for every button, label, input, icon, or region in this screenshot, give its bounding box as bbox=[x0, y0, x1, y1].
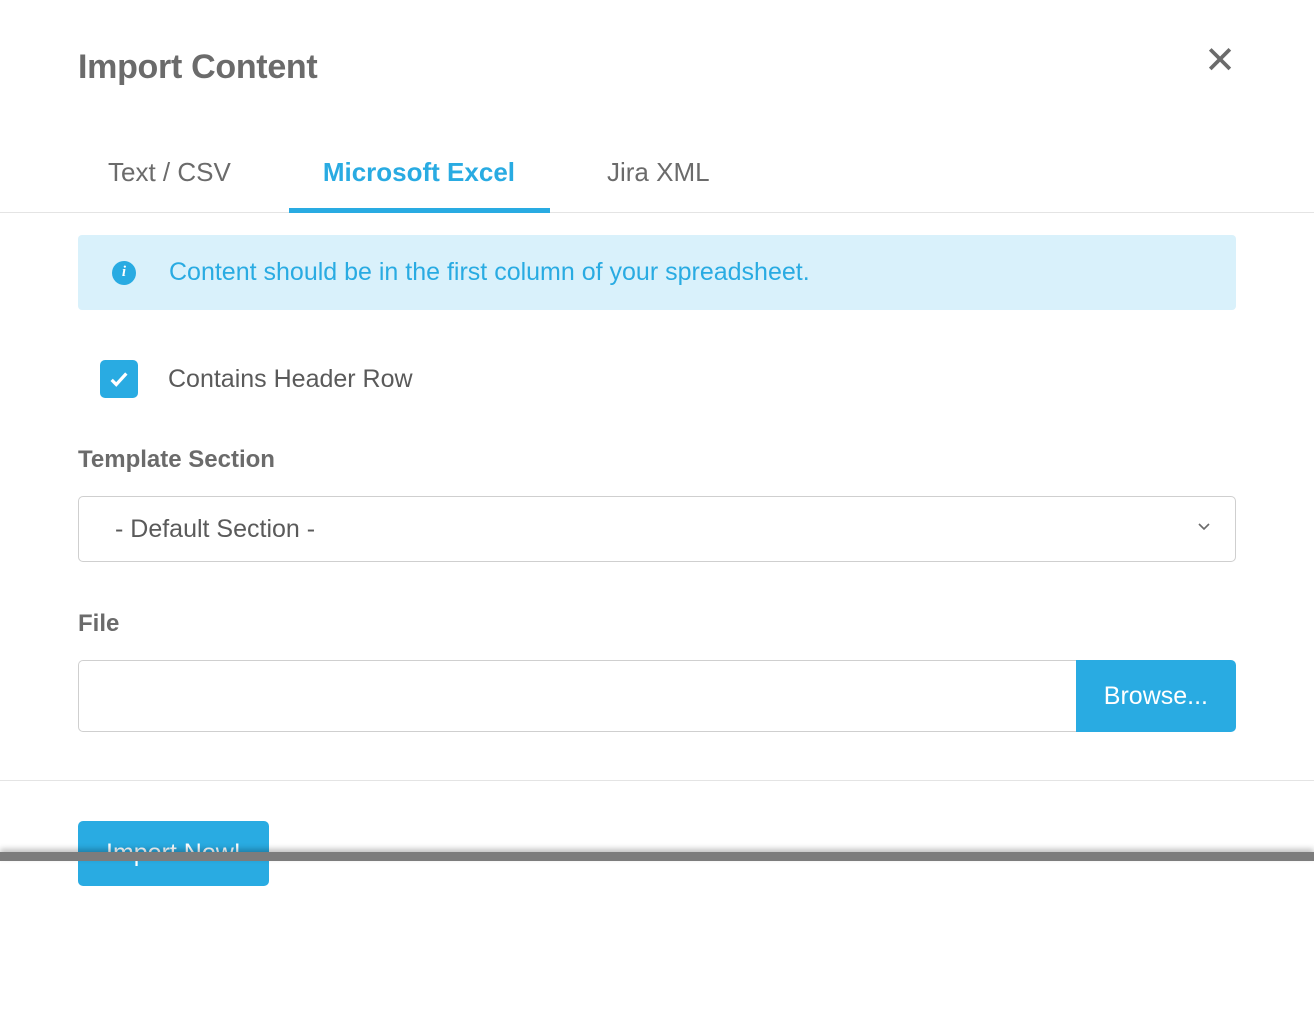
info-banner-text: Content should be in the first column of… bbox=[169, 258, 810, 287]
header-row-checkbox-row: Contains Header Row bbox=[78, 360, 1236, 398]
check-icon bbox=[108, 368, 130, 390]
template-section-selected-value: - Default Section - bbox=[115, 515, 315, 544]
header-row-checkbox-label: Contains Header Row bbox=[168, 365, 413, 394]
tab-text-csv[interactable]: Text / CSV bbox=[108, 157, 263, 212]
template-section-select[interactable]: - Default Section - bbox=[78, 496, 1236, 562]
tab-microsoft-excel[interactable]: Microsoft Excel bbox=[323, 157, 547, 212]
file-field-label: File bbox=[78, 610, 1236, 638]
dialog-title: Import Content bbox=[78, 48, 317, 87]
file-field-row: Browse... bbox=[78, 660, 1236, 732]
template-section-select-wrap: - Default Section - bbox=[78, 496, 1236, 562]
window-bottom-bar bbox=[0, 852, 1314, 861]
info-icon: i bbox=[112, 261, 136, 285]
browse-button[interactable]: Browse... bbox=[1076, 660, 1236, 732]
dialog-body: i Content should be in the first column … bbox=[0, 213, 1314, 762]
tab-jira-xml[interactable]: Jira XML bbox=[607, 157, 742, 212]
file-input[interactable] bbox=[78, 660, 1076, 732]
dialog-header: Import Content ✕ bbox=[0, 0, 1314, 107]
template-section-label: Template Section bbox=[78, 446, 1236, 474]
import-content-dialog: Import Content ✕ Text / CSV Microsoft Ex… bbox=[0, 0, 1314, 926]
close-icon[interactable]: ✕ bbox=[1204, 42, 1236, 80]
info-banner: i Content should be in the first column … bbox=[78, 235, 1236, 310]
header-row-checkbox[interactable] bbox=[100, 360, 138, 398]
tabs: Text / CSV Microsoft Excel Jira XML bbox=[0, 107, 1314, 213]
